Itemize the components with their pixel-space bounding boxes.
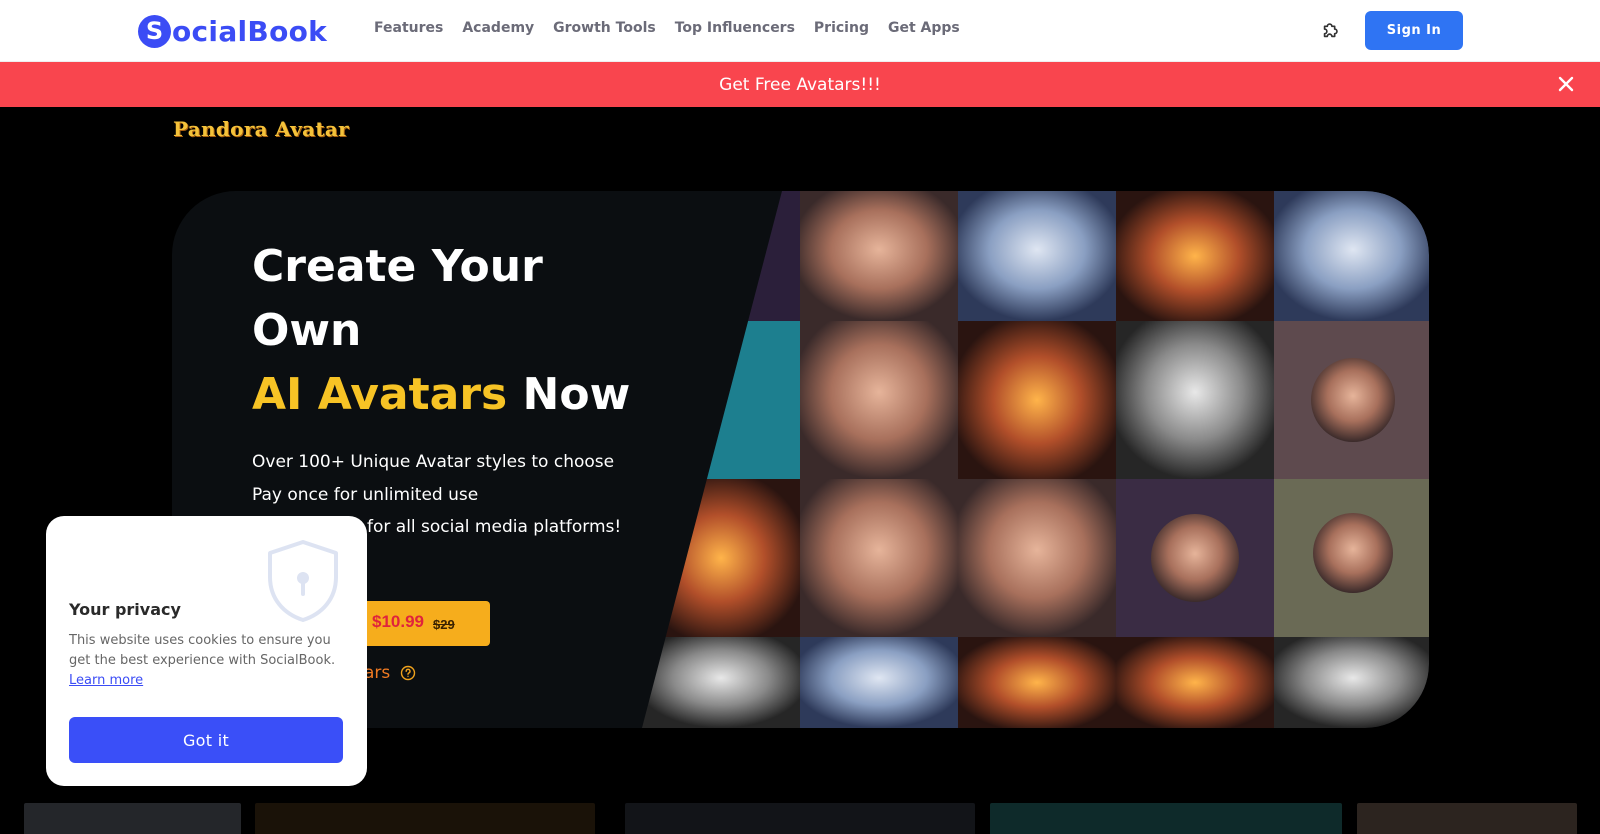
nav-item-academy[interactable]: Academy (462, 20, 534, 36)
nav-item-features[interactable]: Features (374, 20, 443, 36)
headline-line-3: AI Avatars Now (252, 363, 672, 427)
learn-more-link[interactable]: Learn more (69, 673, 143, 688)
brand-title: Pandora Avatar (173, 117, 350, 141)
sign-in-button[interactable]: Sign In (1365, 11, 1463, 50)
avatar-gallery (642, 191, 1429, 728)
logo-mark-icon: S (138, 14, 171, 48)
nav-item-pricing[interactable]: Pricing (814, 20, 869, 36)
help-icon[interactable] (400, 665, 416, 681)
thumbnail[interactable] (1357, 803, 1577, 834)
main-nav: Features Academy Growth Tools Top Influe… (374, 20, 960, 36)
thumbnail[interactable] (255, 803, 595, 834)
avatar-portrait-grid (642, 191, 1429, 728)
hero-headline: Create Your Own AI Avatars Now (252, 235, 672, 427)
privacy-title: Your privacy (69, 600, 181, 619)
headline-line-2: Own (252, 305, 362, 356)
promo-link[interactable]: Get Free Avatars!!! (719, 75, 881, 95)
promo-banner: Get Free Avatars!!! (0, 62, 1600, 107)
privacy-text: This website uses cookies to ensure you … (69, 631, 354, 691)
got-it-button[interactable]: Got it (69, 717, 343, 763)
feature-item: Pay once for unlimited use (252, 484, 479, 505)
privacy-message: This website uses cookies to ensure you … (69, 633, 336, 668)
feature-item: Over 100+ Unique Avatar styles to choose (252, 452, 615, 472)
socialbook-logo[interactable]: S ocialBook (138, 13, 327, 49)
thumbnail[interactable] (990, 803, 1342, 834)
thumbnail[interactable] (24, 803, 241, 834)
close-icon[interactable] (1556, 74, 1576, 94)
bottom-thumbnails (0, 803, 1600, 834)
puzzle-icon[interactable] (1320, 19, 1342, 41)
logo-text: ocialBook (172, 14, 328, 48)
top-navbar: S ocialBook Features Academy Growth Tool… (0, 0, 1600, 62)
nav-item-top-influencers[interactable]: Top Influencers (675, 20, 795, 36)
privacy-popup: Your privacy This website uses cookies t… (46, 516, 367, 786)
cta-old-price: $29 (433, 617, 455, 632)
shield-lock-icon (268, 540, 338, 622)
nav-item-get-apps[interactable]: Get Apps (888, 20, 960, 36)
thumbnail[interactable] (625, 803, 975, 834)
nav-item-growth-tools[interactable]: Growth Tools (553, 20, 656, 36)
free-avatars-link[interactable]: ars (364, 663, 390, 683)
headline-accent: AI Avatars (252, 369, 508, 420)
headline-line-1: Create Your (252, 241, 543, 292)
headline-end: Now (522, 369, 631, 420)
cta-price: $10.99 (372, 612, 424, 631)
